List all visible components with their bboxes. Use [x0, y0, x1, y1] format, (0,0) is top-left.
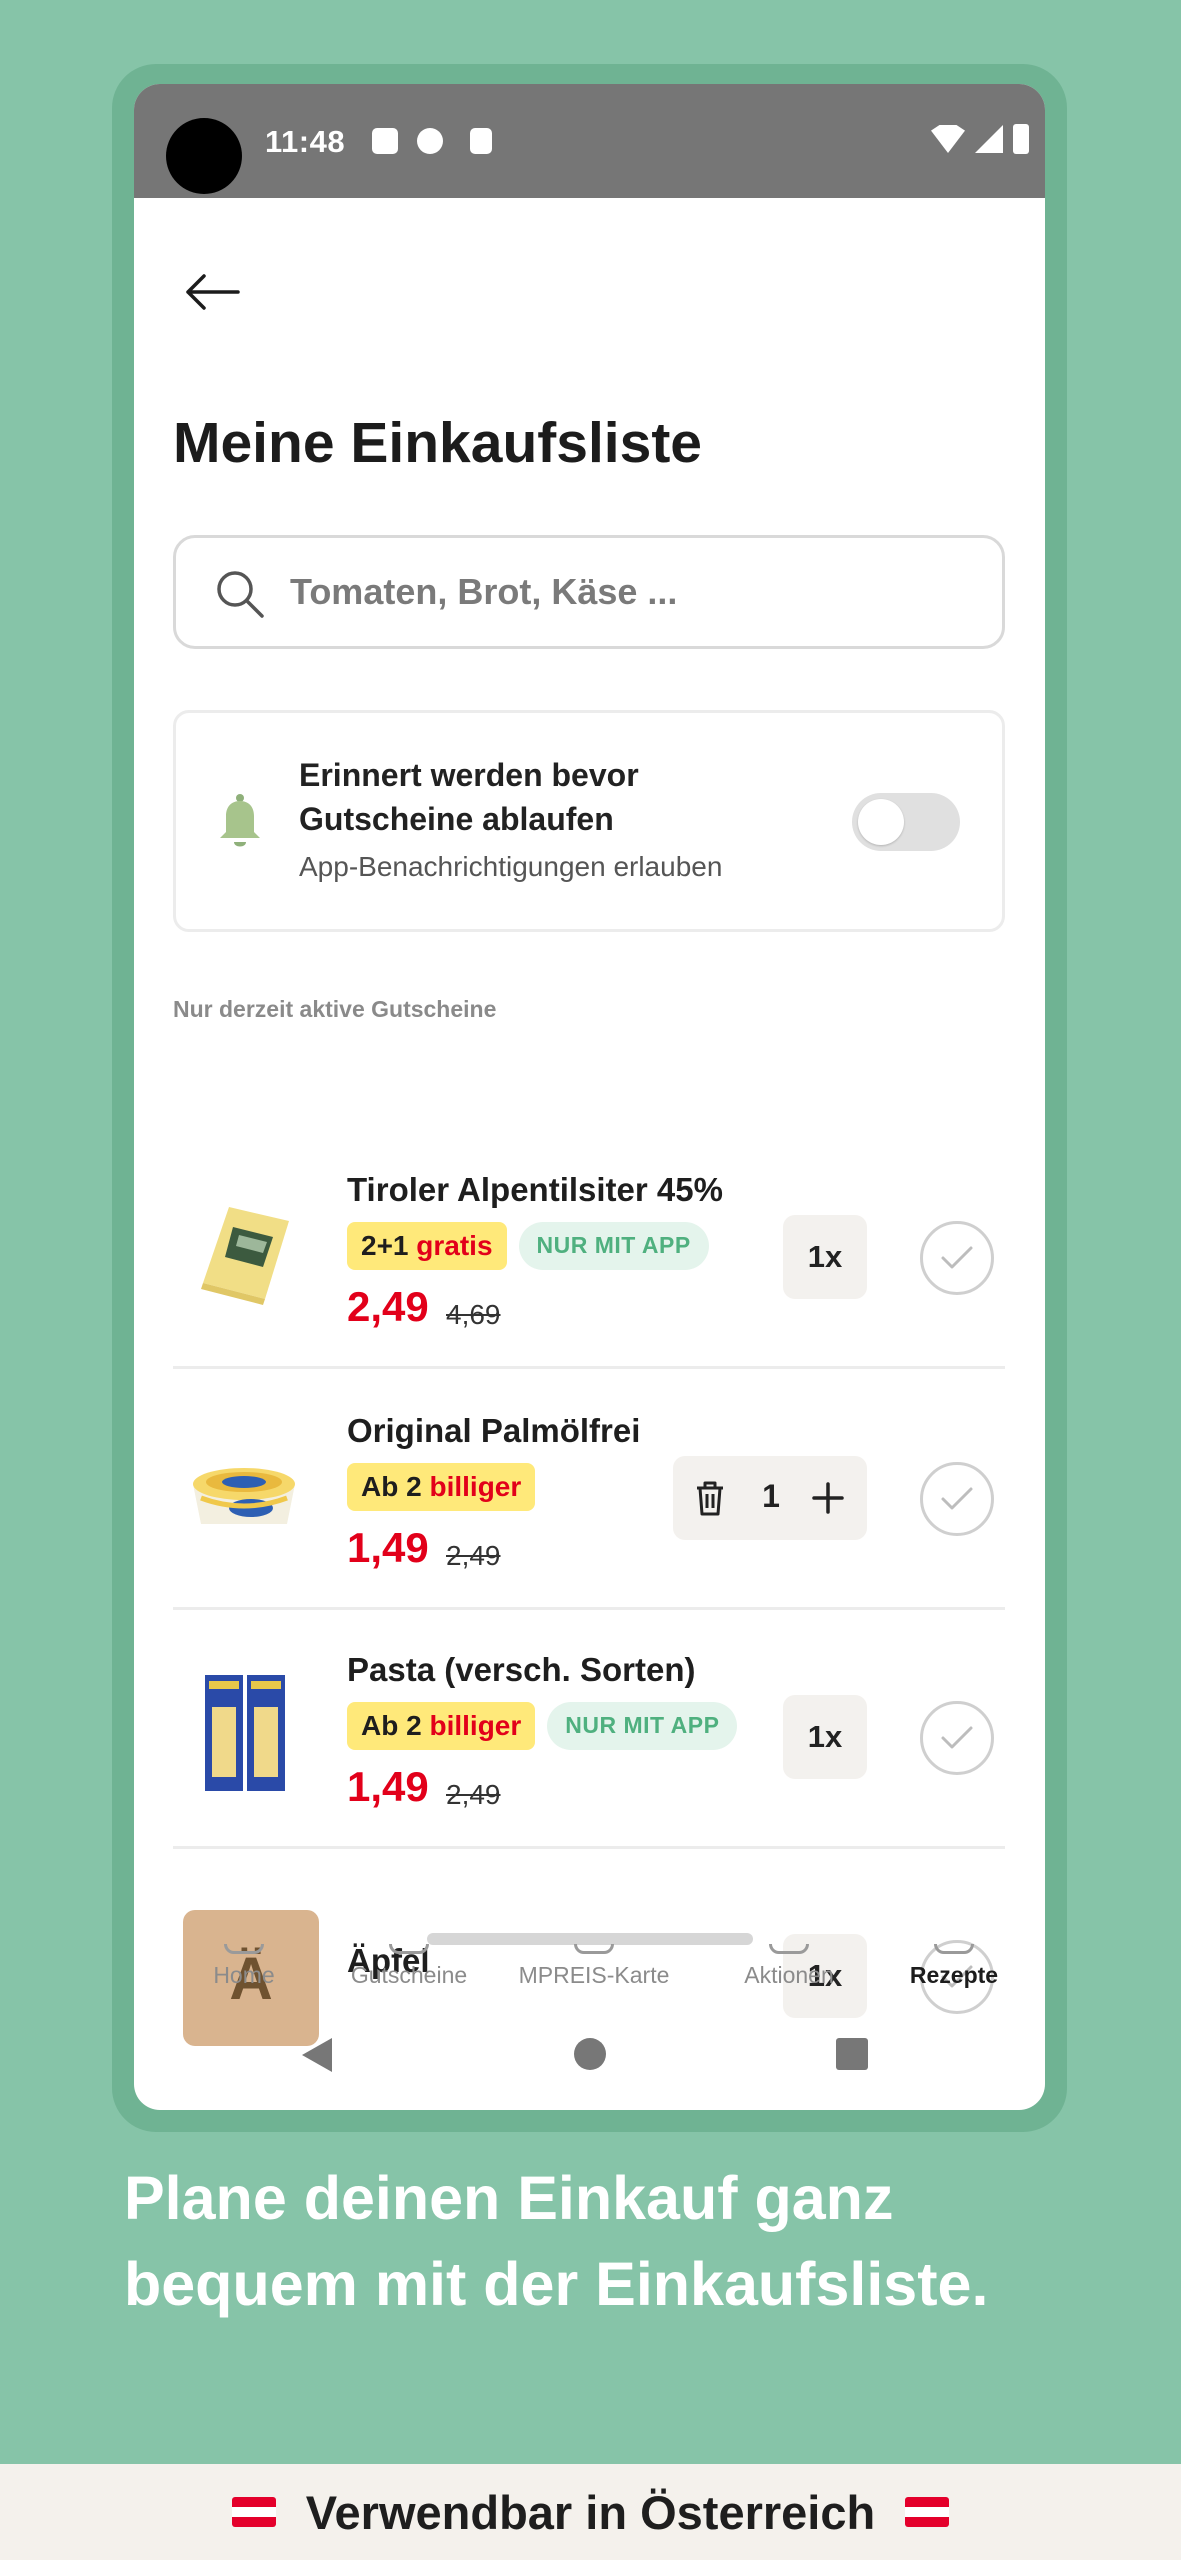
- price: 1,49: [347, 1524, 429, 1571]
- nav-item-rezepte[interactable]: Rezepte: [879, 1944, 1029, 2010]
- check-button[interactable]: [920, 1221, 994, 1295]
- offers-icon: [769, 1944, 809, 1954]
- price: 1,49: [347, 1763, 429, 1810]
- badges: Ab 2 billiger: [347, 1463, 536, 1511]
- quantity-stepper: 1: [673, 1456, 867, 1540]
- item-name: Pasta (versch. Sorten): [347, 1651, 696, 1688]
- badges: Ab 2 billiger NUR MIT APP: [347, 1702, 738, 1750]
- recipes-icon: [934, 1944, 974, 1954]
- reminder-subtitle: App-Benachrichtigungen erlauben: [299, 851, 723, 882]
- checkmark-icon: [941, 1246, 973, 1269]
- search-input[interactable]: [290, 562, 970, 622]
- cheese-product-image: [201, 1207, 289, 1305]
- card-icon: [574, 1944, 614, 1954]
- austria-flag-icon: [231, 2497, 276, 2527]
- search-icon: [217, 571, 264, 618]
- reminder-card: Erinnert werden bevor Gutscheine ablaufe…: [173, 710, 1005, 932]
- bell-icon: [220, 794, 260, 847]
- nav-item-gutscheine[interactable]: Gutscheine: [324, 1944, 494, 2010]
- item-name: Original Palmölfrei: [347, 1412, 641, 1449]
- quantity-button[interactable]: 1x: [783, 1695, 867, 1779]
- back-button[interactable]: [180, 260, 244, 324]
- list-item[interactable]: Tiroler Alpentilsiter 45% 2+1 gratis NUR…: [173, 1131, 1005, 1369]
- bottom-navigation: Home Gutscheine MPREIS-Karte Aktionen Re…: [134, 1944, 1045, 2010]
- price: 2,49: [347, 1283, 429, 1330]
- status-icons: [931, 124, 1029, 154]
- nav-item-mpreis-karte[interactable]: MPREIS-Karte: [494, 1944, 694, 2010]
- item-name: Tiroler Alpentilsiter 45%: [347, 1171, 723, 1208]
- offer-badge: 2+1 gratis: [347, 1222, 507, 1270]
- offer-badge: Ab 2 billiger: [347, 1463, 536, 1511]
- nav-item-home[interactable]: Home: [174, 1944, 314, 2010]
- camera-cutout: [166, 118, 242, 194]
- wifi-icon: [931, 125, 965, 153]
- checkmark-icon: [941, 1726, 973, 1749]
- system-navigation-bar: [134, 2024, 1045, 2110]
- notification-toggle[interactable]: [852, 793, 960, 851]
- section-label: Nur derzeit aktive Gutscheine: [173, 996, 497, 1022]
- check-button[interactable]: [920, 1701, 994, 1775]
- toggle-knob: [858, 799, 904, 845]
- sd-card-icon: [470, 128, 492, 154]
- list-item[interactable]: Original Palmölfrei Ab 2 billiger 1,49 2…: [173, 1372, 1005, 1610]
- pasta-product-image: [205, 1675, 285, 1791]
- quantity-button[interactable]: 1x: [783, 1215, 867, 1299]
- notification-icon: [417, 128, 443, 154]
- system-home-icon[interactable]: [574, 2038, 606, 2070]
- check-button[interactable]: [920, 1462, 994, 1536]
- increase-button[interactable]: [809, 1478, 847, 1523]
- status-time: 11:48: [265, 124, 346, 159]
- app-only-badge: NUR MIT APP: [547, 1702, 738, 1750]
- old-price: 2,49: [446, 1779, 501, 1810]
- badges: 2+1 gratis NUR MIT APP: [347, 1222, 709, 1270]
- system-back-icon[interactable]: [302, 2038, 332, 2072]
- offer-badge: Ab 2 billiger: [347, 1702, 536, 1750]
- notification-icon: [372, 128, 398, 154]
- arrow-left-icon: [186, 274, 240, 310]
- nav-item-aktionen[interactable]: Aktionen: [704, 1944, 874, 2010]
- status-bar: 11:48: [134, 84, 1045, 198]
- margarine-product-image: [193, 1468, 295, 1524]
- plus-icon: [812, 1482, 844, 1514]
- battery-icon: [1013, 124, 1029, 154]
- footer-text: Verwendbar in Österreich: [305, 2485, 876, 2539]
- checkmark-icon: [941, 1487, 973, 1510]
- coupon-icon: [389, 1944, 429, 1954]
- app-screen: 11:48 Meine Einkaufsliste Erinnert werde…: [134, 84, 1045, 2110]
- promo-tagline: Plane deinen Einkauf ganz bequem mit der…: [124, 2164, 989, 2318]
- quantity-value: 1: [762, 1478, 780, 1514]
- footer-banner: Verwendbar in Österreich: [0, 2464, 1181, 2560]
- system-recents-icon[interactable]: [836, 2038, 868, 2070]
- page-title: Meine Einkaufsliste: [173, 411, 703, 475]
- old-price: 4,69: [446, 1299, 501, 1330]
- austria-flag-icon: [905, 2497, 950, 2527]
- app-only-badge: NUR MIT APP: [518, 1222, 709, 1270]
- search-field[interactable]: [173, 535, 1005, 649]
- trash-icon: [697, 1481, 723, 1516]
- home-icon: [224, 1944, 264, 1954]
- list-item[interactable]: Pasta (versch. Sorten) Ab 2 billiger NUR…: [173, 1611, 1005, 1849]
- signal-icon: [975, 125, 1003, 153]
- old-price: 2,49: [446, 1540, 501, 1571]
- reminder-title: Erinnert werden bevor Gutscheine ablaufe…: [299, 757, 639, 837]
- delete-button[interactable]: [691, 1478, 729, 1523]
